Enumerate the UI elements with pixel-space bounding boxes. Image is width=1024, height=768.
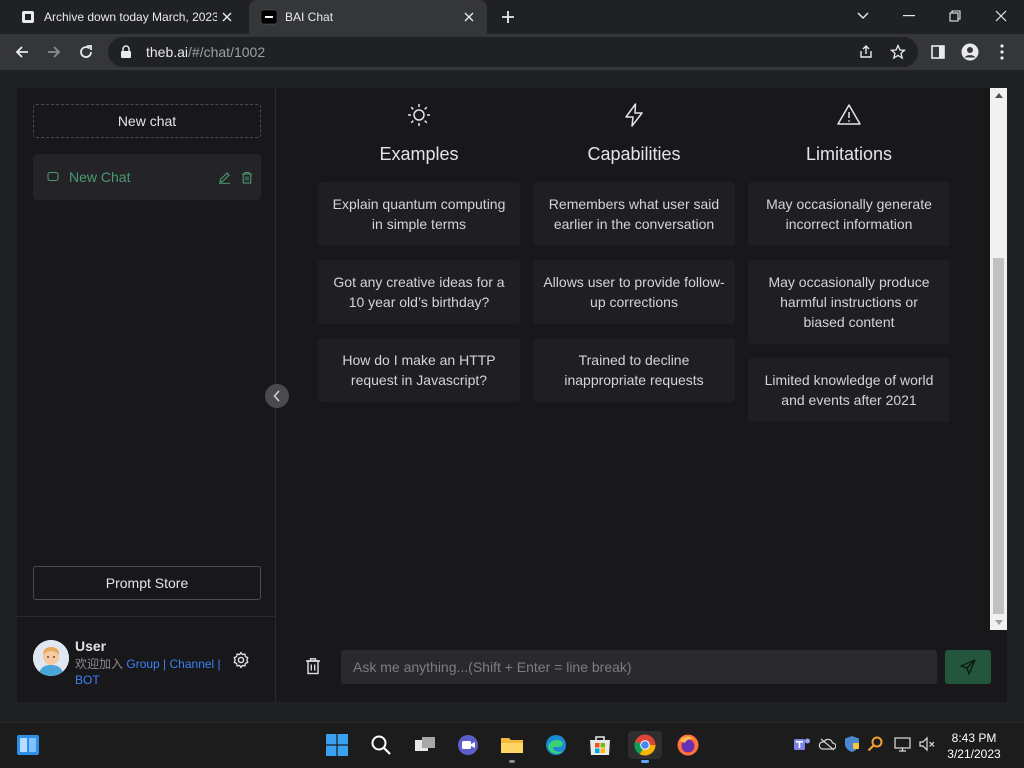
running-indicator	[641, 760, 649, 763]
delete-icon[interactable]	[238, 168, 256, 186]
running-indicator	[509, 760, 515, 763]
side-panel-icon[interactable]	[924, 38, 952, 66]
composer	[277, 632, 1007, 702]
microsoft-store-icon[interactable]	[586, 731, 614, 759]
welcome-panel: Examples Explain quantum computing in si…	[277, 88, 989, 702]
chat-bubble-icon	[47, 171, 59, 183]
scroll-down-arrow[interactable]	[990, 616, 1007, 630]
user-name: User	[75, 638, 107, 654]
clock-date: 3/21/2023	[947, 747, 1001, 761]
share-icon[interactable]	[852, 38, 880, 66]
menu-kebab-icon[interactable]	[988, 38, 1016, 66]
file-explorer-icon[interactable]	[498, 731, 526, 763]
tab-strip: Archive down today March, 2023 BAI Chat	[0, 0, 1024, 34]
volume-muted-icon[interactable]	[918, 735, 936, 753]
windows-taskbar: 8:43 PM 3/21/2023	[0, 722, 1024, 768]
close-icon[interactable]	[459, 7, 479, 27]
send-icon	[960, 659, 976, 675]
column-title: Examples	[379, 144, 459, 164]
scroll-up-arrow[interactable]	[990, 88, 1007, 102]
example-card[interactable]: How do I make an HTTP request in Javascr…	[318, 338, 520, 402]
onedrive-icon[interactable]	[818, 735, 836, 753]
community-links: 欢迎加入 Group | Channel | BOT	[75, 656, 225, 688]
example-card[interactable]: Explain quantum computing in simple term…	[318, 182, 520, 246]
firefox-icon[interactable]	[674, 731, 702, 759]
back-icon[interactable]	[8, 38, 36, 66]
windows-start-icon[interactable]	[323, 731, 351, 759]
system-clock[interactable]: 8:43 PM 3/21/2023	[942, 730, 1006, 762]
limitation-card: May occasionally generate incorrect info…	[748, 182, 950, 246]
browser-toolbar: theb.ai/#/chat/1002	[0, 34, 1024, 70]
address-bar[interactable]: theb.ai/#/chat/1002	[108, 37, 918, 67]
screen: Archive down today March, 2023 BAI Chat	[0, 0, 1024, 768]
limitation-card: May occasionally produce harmful instruc…	[748, 260, 950, 344]
lightning-icon	[533, 102, 735, 128]
channel-link[interactable]: Channel	[170, 657, 215, 671]
divider	[17, 616, 276, 617]
edge-browser-icon[interactable]	[542, 731, 570, 759]
link-separator: |	[214, 657, 221, 671]
teams-chat-icon[interactable]	[454, 731, 482, 759]
tab-bai-chat[interactable]: BAI Chat	[249, 0, 487, 34]
link-separator: |	[159, 657, 170, 671]
example-card[interactable]: Got any creative ideas for a 10 year old…	[318, 260, 520, 324]
bot-link[interactable]: BOT	[75, 673, 100, 687]
chat-item-label: New Chat	[69, 169, 131, 185]
tab-title: Archive down today March, 2023	[44, 10, 217, 24]
bookmark-star-icon[interactable]	[884, 38, 912, 66]
monitor-icon[interactable]	[894, 735, 912, 753]
avatar[interactable]	[33, 640, 69, 676]
clock-time: 8:43 PM	[951, 731, 997, 745]
archive-favicon	[20, 9, 36, 25]
limitation-card: Limited knowledge of world and events af…	[748, 358, 950, 422]
url-host: theb.ai	[146, 44, 189, 60]
close-icon[interactable]	[217, 7, 237, 27]
capability-card: Allows user to provide follow-up correct…	[533, 260, 735, 324]
tab-title: BAI Chat	[285, 10, 334, 24]
warning-icon	[748, 102, 950, 128]
capability-card: Remembers what user said earlier in the …	[533, 182, 735, 246]
chrome-icon[interactable]	[628, 731, 662, 763]
column-title: Capabilities	[587, 144, 681, 164]
window-close-icon[interactable]	[978, 0, 1024, 32]
security-shield-icon[interactable]	[843, 735, 861, 753]
task-view-icon[interactable]	[411, 731, 439, 759]
user-panel: User 欢迎加入 Group | Channel | BOT	[33, 638, 261, 688]
lock-icon	[120, 44, 136, 60]
restore-icon[interactable]	[932, 0, 978, 32]
search-icon[interactable]	[367, 731, 395, 759]
column-title: Limitations	[805, 144, 893, 164]
group-link[interactable]: Group	[126, 657, 159, 671]
new-chat-button[interactable]: New chat	[33, 104, 261, 138]
send-button[interactable]	[945, 650, 991, 684]
tab-search-icon[interactable]	[840, 0, 886, 32]
edit-icon[interactable]	[215, 168, 233, 186]
bai-favicon	[261, 9, 277, 25]
page-viewport: New chat New Chat Prompt Store User 欢迎加入…	[0, 70, 1024, 722]
capability-card: Trained to decline inappropriate request…	[533, 338, 735, 402]
settings-gear-icon[interactable]	[230, 649, 252, 671]
clear-chat-trash-icon[interactable]	[303, 656, 323, 676]
search-key-icon[interactable]	[866, 735, 884, 753]
sidebar: New chat New Chat Prompt Store User 欢迎加入…	[17, 88, 276, 702]
forward-icon[interactable]	[40, 38, 68, 66]
widgets-icon[interactable]	[14, 731, 42, 759]
sun-icon	[318, 102, 520, 128]
chat-app: New chat New Chat Prompt Store User 欢迎加入…	[17, 88, 1007, 702]
profile-icon[interactable]	[956, 38, 984, 66]
tab-archive[interactable]: Archive down today March, 2023	[8, 0, 245, 34]
minimize-icon[interactable]	[886, 0, 932, 32]
prompt-store-button[interactable]: Prompt Store	[33, 566, 261, 600]
scroll-thumb[interactable]	[993, 258, 1004, 614]
welcome-text: 欢迎加入	[75, 657, 124, 671]
new-tab-button[interactable]	[497, 6, 519, 28]
teams-tray-icon[interactable]	[793, 735, 811, 753]
reload-icon[interactable]	[72, 38, 100, 66]
page-scrollbar[interactable]	[990, 88, 1007, 630]
chat-list-item[interactable]: New Chat	[33, 154, 261, 200]
url-path: /#/chat/1002	[188, 44, 266, 60]
message-input[interactable]	[341, 650, 937, 684]
